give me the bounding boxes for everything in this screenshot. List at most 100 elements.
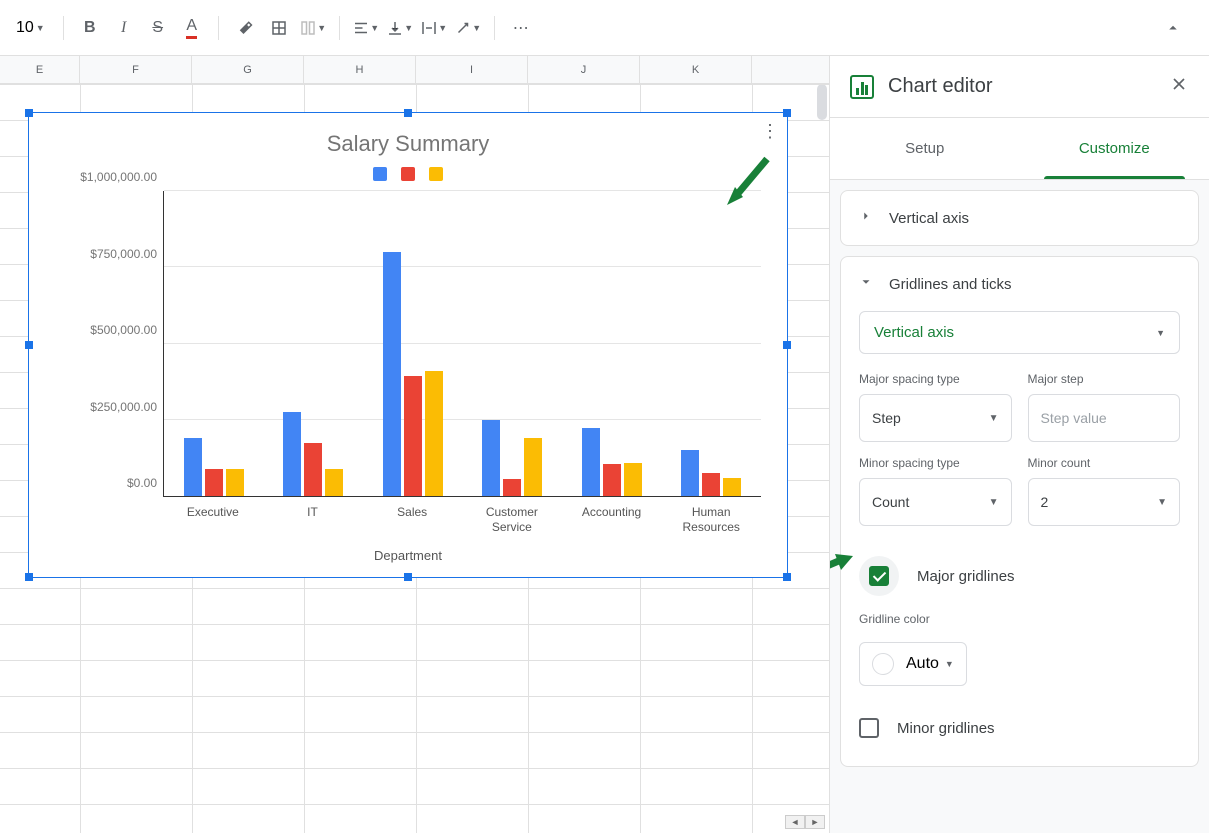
- x-tick-label: IT: [263, 497, 363, 534]
- collapse-toolbar-button[interactable]: [1157, 12, 1189, 44]
- bar: [681, 450, 699, 496]
- column-header[interactable]: I: [416, 56, 528, 83]
- scroll-left-button[interactable]: ◄: [785, 815, 805, 829]
- y-tick-label: $0.00: [127, 476, 157, 490]
- bar-group: [363, 191, 463, 496]
- minor-gridlines-checkbox[interactable]: [859, 718, 879, 738]
- axis-dropdown[interactable]: Vertical axis ▼: [859, 311, 1180, 354]
- bar: [404, 376, 422, 497]
- section-vertical-axis[interactable]: Vertical axis: [840, 190, 1199, 246]
- minor-count-select[interactable]: 2 ▼: [1028, 478, 1181, 526]
- column-header[interactable]: F: [80, 56, 192, 83]
- section-label: Gridlines and ticks: [889, 276, 1012, 293]
- y-tick-label: $250,000.00: [90, 400, 157, 414]
- legend-swatch: [373, 167, 387, 181]
- sidebar-tabs: Setup Customize: [830, 118, 1209, 180]
- field-label: Gridline color: [859, 612, 1180, 626]
- italic-button[interactable]: I: [108, 12, 140, 44]
- scroll-right-button[interactable]: ►: [805, 815, 825, 829]
- tab-setup[interactable]: Setup: [830, 118, 1020, 179]
- toolbar: 10 ▼ B I S A ▼ ▼ ▼ ▼ ▼ ⋯: [0, 0, 1209, 56]
- column-header[interactable]: K: [640, 56, 752, 83]
- field-label: Major step: [1028, 372, 1181, 386]
- dropdown-icon: ▼: [1157, 497, 1167, 508]
- chevron-right-icon: [859, 209, 873, 227]
- y-tick-label: $500,000.00: [90, 323, 157, 337]
- chart-object[interactable]: ⋮ Salary Summary $0.00 $250,000.00 $500,…: [28, 112, 788, 578]
- dropdown-icon: ▼: [36, 23, 45, 33]
- fill-color-button[interactable]: [229, 12, 261, 44]
- bar: [325, 469, 343, 496]
- bar-group: [164, 191, 264, 496]
- font-size-selector[interactable]: 10 ▼: [8, 15, 53, 41]
- more-button[interactable]: ⋯: [505, 12, 537, 44]
- major-step-input[interactable]: Step value: [1028, 394, 1181, 442]
- bar: [482, 420, 500, 496]
- bar: [184, 438, 202, 496]
- bold-button[interactable]: B: [74, 12, 106, 44]
- bar: [304, 443, 322, 496]
- dropdown-icon: ▼: [1156, 328, 1165, 338]
- bar: [624, 463, 642, 497]
- field-label: Minor count: [1028, 456, 1181, 470]
- dropdown-icon: ▼: [989, 413, 999, 424]
- strikethrough-button[interactable]: S: [142, 12, 174, 44]
- bar: [283, 412, 301, 496]
- major-gridlines-checkbox[interactable]: [869, 566, 889, 586]
- text-wrap-button[interactable]: ▼: [418, 12, 450, 44]
- bar: [425, 371, 443, 496]
- text-color-button[interactable]: A: [176, 12, 208, 44]
- chart-legend: [55, 167, 761, 181]
- x-tick-label: HumanResources: [661, 497, 761, 534]
- dropdown-icon: ▼: [945, 659, 954, 669]
- x-tick-label: Accounting: [562, 497, 662, 534]
- close-button[interactable]: [1169, 74, 1189, 99]
- spreadsheet-area[interactable]: E F G H I J K /*inline grid drawing*/ ⋮ …: [0, 56, 829, 833]
- horizontal-align-button[interactable]: ▼: [350, 12, 382, 44]
- legend-swatch: [401, 167, 415, 181]
- y-tick-label: $1,000,000.00: [80, 170, 157, 184]
- gridline-color-select[interactable]: Auto ▼: [859, 642, 967, 686]
- section-gridlines-ticks: Gridlines and ticks Vertical axis ▼ Majo…: [840, 256, 1199, 767]
- vertical-align-button[interactable]: ▼: [384, 12, 416, 44]
- section-header[interactable]: Gridlines and ticks: [841, 257, 1198, 311]
- column-headers: E F G H I J K: [0, 56, 829, 84]
- legend-swatch: [429, 167, 443, 181]
- column-header[interactable]: G: [192, 56, 304, 83]
- section-label: Vertical axis: [889, 210, 969, 227]
- y-tick-label: $750,000.00: [90, 247, 157, 261]
- y-axis: $0.00 $250,000.00 $500,000.00 $750,000.0…: [55, 191, 163, 497]
- merge-cells-button[interactable]: ▼: [297, 12, 329, 44]
- bar-group: [463, 191, 563, 496]
- major-spacing-select[interactable]: Step ▼: [859, 394, 1012, 442]
- column-header[interactable]: H: [304, 56, 416, 83]
- sidebar-header: Chart editor: [830, 56, 1209, 118]
- bar: [723, 478, 741, 496]
- color-swatch-icon: [872, 653, 894, 675]
- bar-group: [264, 191, 364, 496]
- x-axis-labels: ExecutiveITSalesCustomerServiceAccountin…: [163, 497, 761, 534]
- dropdown-icon: ▼: [989, 497, 999, 508]
- x-axis-title: Department: [55, 548, 761, 563]
- font-size-value: 10: [16, 19, 34, 37]
- tab-customize[interactable]: Customize: [1020, 118, 1209, 179]
- bar: [582, 428, 600, 497]
- borders-button[interactable]: [263, 12, 295, 44]
- column-header[interactable]: E: [0, 56, 80, 83]
- minor-spacing-select[interactable]: Count ▼: [859, 478, 1012, 526]
- x-tick-label: Executive: [163, 497, 263, 534]
- plot-area: [163, 191, 761, 497]
- text-rotation-button[interactable]: ▼: [452, 12, 484, 44]
- bar: [603, 464, 621, 496]
- bar: [205, 469, 223, 496]
- x-tick-label: CustomerService: [462, 497, 562, 534]
- bar: [383, 252, 401, 496]
- field-label: Minor spacing type: [859, 456, 1012, 470]
- field-label: Major spacing type: [859, 372, 1012, 386]
- bar: [503, 479, 521, 496]
- bar-group: [662, 191, 762, 496]
- sidebar-title: Chart editor: [888, 75, 1155, 98]
- horizontal-scroll-buttons[interactable]: ◄ ►: [785, 815, 825, 829]
- column-header[interactable]: J: [528, 56, 640, 83]
- bar: [226, 469, 244, 496]
